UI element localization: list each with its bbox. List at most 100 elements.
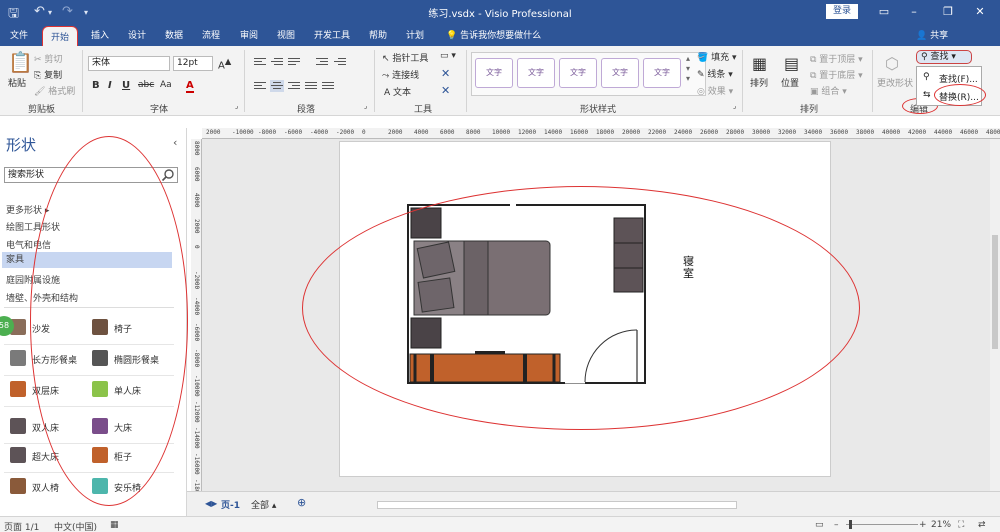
arrange-icon[interactable]: ▦: [752, 54, 767, 73]
line-button[interactable]: ✎ 线条 ▾: [697, 67, 733, 80]
increase-indent-icon[interactable]: [333, 56, 347, 68]
close-icon[interactable]: ✕: [970, 3, 990, 20]
shape-style-4[interactable]: 文字: [601, 58, 639, 88]
fill-button[interactable]: 🪣 填充 ▾: [697, 50, 736, 63]
tell-me-search[interactable]: 💡 告诉我你想要做什么: [446, 28, 541, 41]
shape-style-2[interactable]: 文字: [517, 58, 555, 88]
all-pages-tab[interactable]: 全部 ▴: [251, 498, 276, 511]
drawing-page[interactable]: 寝室: [339, 141, 831, 477]
font-size-combo[interactable]: 12pt: [173, 56, 213, 71]
shape-item[interactable]: 单人床: [92, 380, 172, 400]
add-page-icon[interactable]: ⊕: [297, 496, 306, 509]
align-right-icon[interactable]: [287, 80, 301, 92]
page-status[interactable]: 页面 1/1: [4, 520, 39, 532]
position-icon[interactable]: ▤: [784, 54, 799, 73]
change-case-button[interactable]: Aa: [160, 80, 172, 90]
shape-item[interactable]: 椅子: [92, 318, 172, 338]
paste-icon[interactable]: 📋: [8, 50, 33, 74]
shape-item[interactable]: 长方形餐桌: [10, 349, 90, 369]
copy-button[interactable]: ⎘ 复制: [34, 68, 62, 81]
shape-item[interactable]: 椭圆形餐桌: [92, 349, 172, 369]
macro-icon[interactable]: ▦: [110, 520, 119, 530]
search-icon[interactable]: [161, 168, 175, 182]
find-dropdown-button[interactable]: ⚲ 查找 ▾: [916, 50, 972, 64]
fit-page-icon[interactable]: ⛶: [958, 520, 964, 530]
search-shapes-input[interactable]: 搜索形状: [4, 167, 178, 183]
page-nav-icon[interactable]: ◀▶: [205, 499, 217, 508]
tab-data[interactable]: 数据: [165, 28, 183, 41]
shape-item[interactable]: 大床: [92, 417, 172, 437]
zoom-out-icon[interactable]: –: [834, 520, 839, 530]
shape-item[interactable]: 超大床: [10, 446, 90, 466]
zoom-slider[interactable]: [846, 524, 918, 525]
stencil-drawing-tools[interactable]: 绘图工具形状: [6, 220, 60, 233]
change-shape-button[interactable]: 更改形状: [877, 76, 913, 89]
shape-item[interactable]: 双层床: [10, 380, 90, 400]
tab-design[interactable]: 设计: [128, 28, 146, 41]
bullets-icon[interactable]: [321, 80, 335, 92]
italic-button[interactable]: I: [108, 80, 112, 91]
decrease-indent-icon[interactable]: [315, 56, 329, 68]
connector-button[interactable]: ⤳ 连接线: [382, 68, 419, 81]
tab-file[interactable]: 文件: [10, 28, 28, 41]
shape-styles-dialog-launcher-icon[interactable]: ⌟: [733, 102, 736, 110]
more-shapes-menu[interactable]: 更多形状 ▸: [6, 203, 49, 216]
vertical-scrollbar[interactable]: [990, 139, 1000, 491]
switch-window-icon[interactable]: ⇄: [978, 520, 986, 530]
stencil-walls[interactable]: 墙壁、外壳和结构: [6, 291, 78, 304]
rectangle-tool-icon[interactable]: ▭ ▾: [440, 51, 456, 61]
shape-style-1[interactable]: 文字: [475, 58, 513, 88]
tab-developer[interactable]: 开发工具: [314, 28, 350, 41]
tab-view[interactable]: 视图: [277, 28, 295, 41]
stencil-garden[interactable]: 庭园附属设施: [6, 273, 60, 286]
arrange-button[interactable]: 排列: [750, 76, 768, 89]
font-name-combo[interactable]: 宋体: [88, 56, 170, 71]
paragraph-dialog-launcher-icon[interactable]: ⌟: [364, 102, 367, 110]
zoom-in-icon[interactable]: +: [919, 520, 927, 530]
style-gallery-scroll-icon[interactable]: ▴ ▾ ▾: [686, 54, 690, 84]
page-tab-1[interactable]: 页-1: [221, 498, 240, 511]
zoom-slider-thumb[interactable]: [849, 520, 852, 529]
close-tool-icon[interactable]: ✕: [441, 67, 450, 80]
grow-font-icon[interactable]: A▲: [218, 56, 231, 71]
vertical-scroll-thumb[interactable]: [992, 235, 998, 349]
ribbon-display-icon[interactable]: ▭: [874, 3, 894, 20]
justify-icon[interactable]: [304, 80, 318, 92]
font-color-button[interactable]: A: [186, 80, 194, 93]
presentation-mode-icon[interactable]: ▭: [815, 520, 824, 530]
restore-icon[interactable]: ❐: [938, 3, 958, 20]
shape-item[interactable]: 安乐椅: [92, 477, 172, 497]
zoom-level[interactable]: 21%: [931, 520, 951, 530]
align-left-icon[interactable]: [253, 80, 267, 92]
tab-home[interactable]: 开始: [42, 26, 79, 46]
login-button[interactable]: 登录: [826, 4, 858, 19]
bring-to-front-button[interactable]: ⧉ 置于顶层 ▾: [810, 52, 863, 65]
group-button[interactable]: ▣ 组合 ▾: [810, 84, 847, 97]
minimize-icon[interactable]: –: [904, 3, 924, 20]
stencil-furniture[interactable]: 家具: [2, 252, 172, 268]
align-bottom-icon[interactable]: [287, 56, 301, 68]
connection-point-icon[interactable]: ✕: [441, 84, 450, 97]
stencil-electrical[interactable]: 电气和电信: [6, 238, 51, 251]
change-shape-icon[interactable]: ⬡: [885, 54, 899, 73]
shape-style-5[interactable]: 文字: [643, 58, 681, 88]
align-top-icon[interactable]: [253, 56, 267, 68]
shape-item[interactable]: 柜子: [92, 446, 172, 466]
tab-process[interactable]: 流程: [202, 28, 220, 41]
paste-button[interactable]: 粘贴: [8, 76, 26, 89]
format-painter-button[interactable]: 🖌 格式刷: [34, 84, 75, 97]
align-center-icon[interactable]: [270, 80, 284, 92]
cut-button[interactable]: ✂ 剪切: [34, 52, 62, 65]
horizontal-scrollbar[interactable]: [377, 501, 737, 509]
underline-button[interactable]: U: [122, 80, 130, 91]
position-button[interactable]: 位置: [781, 76, 799, 89]
replace-menu-item[interactable]: 替换(R)...: [939, 90, 979, 103]
language-status[interactable]: 中文(中国): [54, 520, 97, 532]
text-tool-button[interactable]: A 文本: [384, 85, 411, 98]
bold-button[interactable]: B: [92, 80, 100, 91]
collapse-pane-icon[interactable]: ‹: [173, 136, 177, 149]
share-button[interactable]: 👤 共享: [916, 28, 948, 41]
effects-button[interactable]: ◎ 效果 ▾: [697, 84, 733, 97]
tab-plan[interactable]: 计划: [406, 28, 424, 41]
align-middle-icon[interactable]: [270, 56, 284, 68]
